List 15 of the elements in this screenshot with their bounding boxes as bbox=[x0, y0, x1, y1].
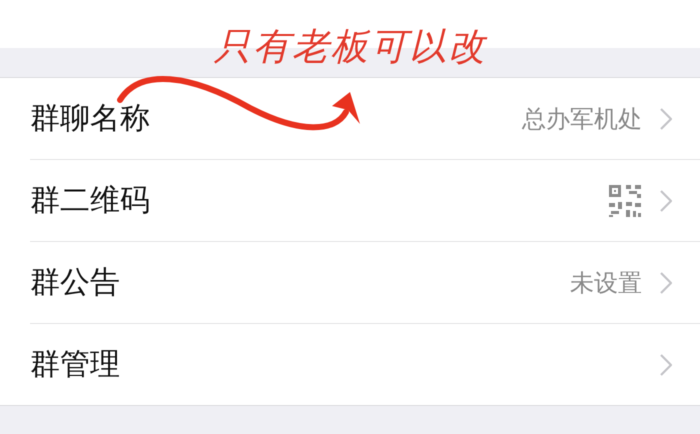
row-label: 群公告 bbox=[30, 264, 120, 302]
row-label: 群二维码 bbox=[30, 182, 150, 220]
row-label: 群聊名称 bbox=[30, 100, 150, 138]
chevron-icon bbox=[660, 272, 672, 294]
chevron-icon bbox=[660, 190, 672, 212]
chevron-icon bbox=[660, 354, 672, 376]
row-value: 总办军机处 bbox=[522, 104, 642, 134]
chevron-icon bbox=[660, 108, 672, 130]
settings-row[interactable]: 群公告 未设置 bbox=[30, 242, 700, 324]
row-label: 群管理 bbox=[30, 346, 120, 384]
qr-code-icon bbox=[608, 184, 642, 218]
handwritten-note: 只有老板可以改 bbox=[214, 24, 487, 70]
settings-row[interactable]: 群二维码 bbox=[30, 160, 700, 242]
row-value: 未设置 bbox=[570, 268, 642, 298]
settings-row[interactable]: 群管理 bbox=[30, 324, 700, 405]
